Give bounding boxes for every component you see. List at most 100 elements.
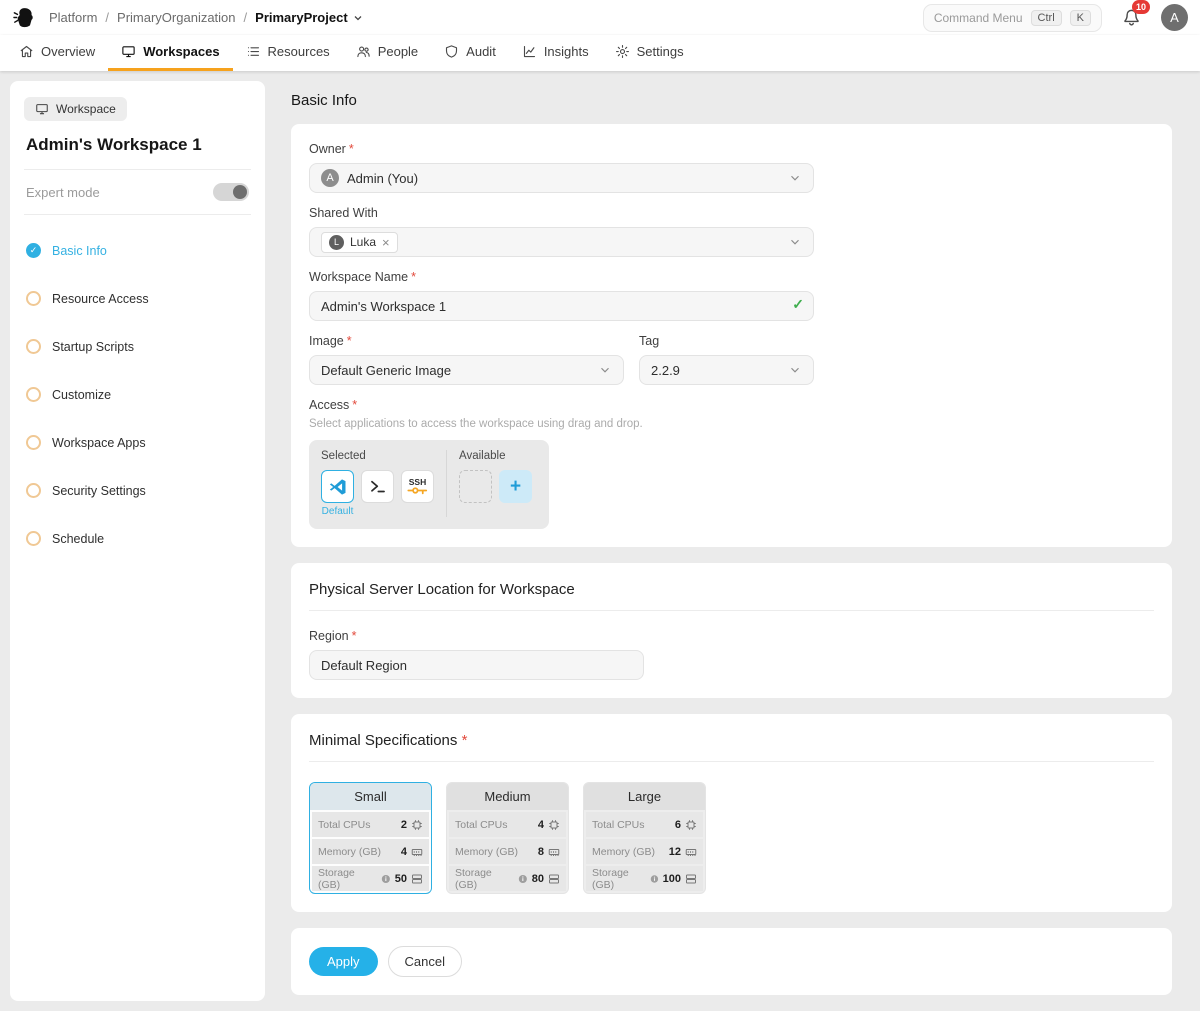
spec-row-label: Storage (GB) xyxy=(318,867,391,891)
tab-label: Workspaces xyxy=(143,44,219,59)
tab-people[interactable]: People xyxy=(343,35,431,71)
monitor-icon xyxy=(35,102,49,116)
tab-workspaces[interactable]: Workspaces xyxy=(108,35,232,71)
step-schedule[interactable]: Schedule xyxy=(26,531,249,546)
key-chip-k: K xyxy=(1070,10,1091,26)
spec-row-label: Storage (GB) xyxy=(455,867,528,891)
region-input[interactable] xyxy=(309,650,644,680)
remove-user-icon[interactable]: × xyxy=(382,235,390,250)
field-label-text: Access xyxy=(309,398,349,412)
tag-value: 2.2.9 xyxy=(651,363,680,378)
access-label: Access * xyxy=(309,398,1154,412)
spec-row: Storage (GB) 50 xyxy=(312,866,429,891)
ssh-key-icon xyxy=(407,486,428,495)
owner-select[interactable]: A Admin (You) xyxy=(309,163,814,193)
spec-row: Total CPUs 2 xyxy=(312,812,429,837)
spec-row-label: Total CPUs xyxy=(455,819,534,831)
chevron-down-icon xyxy=(788,363,802,377)
spec-row: Storage (GB) 80 xyxy=(449,866,566,891)
tab-audit[interactable]: Audit xyxy=(431,35,509,71)
step-security-settings[interactable]: Security Settings xyxy=(26,483,249,498)
logo-icon[interactable] xyxy=(12,5,37,30)
access-panel: Selected Default xyxy=(309,440,549,529)
spec-row-label-text: Storage (GB) xyxy=(592,867,647,891)
divider xyxy=(24,214,251,215)
step-basic-info[interactable]: ✓ Basic Info xyxy=(26,243,249,258)
command-menu-button[interactable]: Command Menu Ctrl K xyxy=(923,4,1102,32)
user-avatar[interactable]: A xyxy=(1161,4,1188,31)
spec-row-label: Memory (GB) xyxy=(592,846,665,858)
storage-icon xyxy=(685,873,697,885)
step-workspace-apps[interactable]: Workspace Apps xyxy=(26,435,249,450)
terminal-app[interactable] xyxy=(361,470,394,503)
spec-row-label: Memory (GB) xyxy=(318,846,397,858)
tab-overview[interactable]: Overview xyxy=(6,35,108,71)
valid-check-icon: ✓ xyxy=(792,296,804,313)
notifications-button[interactable]: 10 xyxy=(1122,8,1141,27)
info-icon[interactable] xyxy=(650,874,659,884)
tab-label: Audit xyxy=(466,44,496,59)
ssh-app[interactable]: SSH xyxy=(401,470,434,503)
spec-row: Memory (GB) 12 xyxy=(586,839,703,864)
breadcrumb-organization[interactable]: PrimaryOrganization xyxy=(117,10,236,25)
memory-icon xyxy=(685,846,697,858)
step-circle-icon xyxy=(26,435,41,450)
specs-card-title: Minimal Specifications * xyxy=(309,732,1154,762)
spec-row-value: 2 xyxy=(401,819,407,831)
tab-resources[interactable]: Resources xyxy=(233,35,343,71)
spec-option-medium[interactable]: Medium Total CPUs 4 Memory (GB) 8 Storag… xyxy=(446,782,569,894)
shared-with-label: Shared With xyxy=(309,206,814,220)
spec-row-value: 4 xyxy=(538,819,544,831)
workspace-name-input[interactable] xyxy=(309,291,814,321)
people-icon xyxy=(356,44,371,59)
expert-mode-toggle[interactable] xyxy=(213,183,249,201)
spec-row-label: Total CPUs xyxy=(592,819,671,831)
breadcrumb-platform[interactable]: Platform xyxy=(49,10,97,25)
spec-option-large[interactable]: Large Total CPUs 6 Memory (GB) 12 Storag… xyxy=(583,782,706,894)
basic-info-card: Owner * A Admin (You) Shared With L Luka xyxy=(291,124,1172,547)
apply-button[interactable]: Apply xyxy=(309,947,378,976)
info-icon[interactable] xyxy=(518,874,528,884)
empty-app-slot[interactable] xyxy=(459,470,492,503)
image-tag-row: Image * Default Generic Image Tag 2.2.9 xyxy=(309,334,1154,398)
breadcrumb-project-label: PrimaryProject xyxy=(255,10,348,25)
step-resource-access[interactable]: Resource Access xyxy=(26,291,249,306)
breadcrumb-project-dropdown[interactable]: PrimaryProject xyxy=(255,10,364,25)
topbar-actions: Command Menu Ctrl K 10 A xyxy=(923,4,1188,32)
cpu-icon xyxy=(411,819,423,831)
required-mark: * xyxy=(352,398,357,412)
cpu-icon xyxy=(548,819,560,831)
cancel-button[interactable]: Cancel xyxy=(388,946,462,977)
spec-option-small[interactable]: Small Total CPUs 2 Memory (GB) 4 Storage… xyxy=(309,782,432,894)
chevron-down-icon xyxy=(352,12,364,24)
region-label: Region * xyxy=(309,629,644,643)
main-panel: Basic Info Owner * A Admin (You) Shared … xyxy=(275,81,1190,1001)
tab-insights[interactable]: Insights xyxy=(509,35,602,71)
tab-settings[interactable]: Settings xyxy=(602,35,697,71)
step-startup-scripts[interactable]: Startup Scripts xyxy=(26,339,249,354)
vscode-app[interactable] xyxy=(321,470,354,503)
add-app-button[interactable]: + xyxy=(499,470,532,503)
monitor-icon xyxy=(121,44,136,59)
default-app-badge: Default xyxy=(322,506,354,517)
list-icon xyxy=(246,44,261,59)
memory-icon xyxy=(411,846,423,858)
step-label: Startup Scripts xyxy=(52,340,134,354)
required-mark: * xyxy=(349,142,354,156)
tag-select[interactable]: 2.2.9 xyxy=(639,355,814,385)
field-label-text: Tag xyxy=(639,334,659,348)
image-select[interactable]: Default Generic Image xyxy=(309,355,624,385)
server-location-card: Physical Server Location for Workspace R… xyxy=(291,563,1172,698)
shared-with-select[interactable]: L Luka × xyxy=(309,227,814,257)
gear-icon xyxy=(615,44,630,59)
spec-options: Small Total CPUs 2 Memory (GB) 4 Storage… xyxy=(309,782,1154,894)
step-circle-icon xyxy=(26,291,41,306)
step-label: Security Settings xyxy=(52,484,146,498)
image-field: Image * Default Generic Image xyxy=(309,334,624,385)
info-icon[interactable] xyxy=(381,874,391,884)
selected-apps-group: Selected Default xyxy=(321,450,434,517)
step-label: Workspace Apps xyxy=(52,436,146,450)
step-customize[interactable]: Customize xyxy=(26,387,249,402)
memory-icon xyxy=(548,846,560,858)
owner-label: Owner * xyxy=(309,142,814,156)
